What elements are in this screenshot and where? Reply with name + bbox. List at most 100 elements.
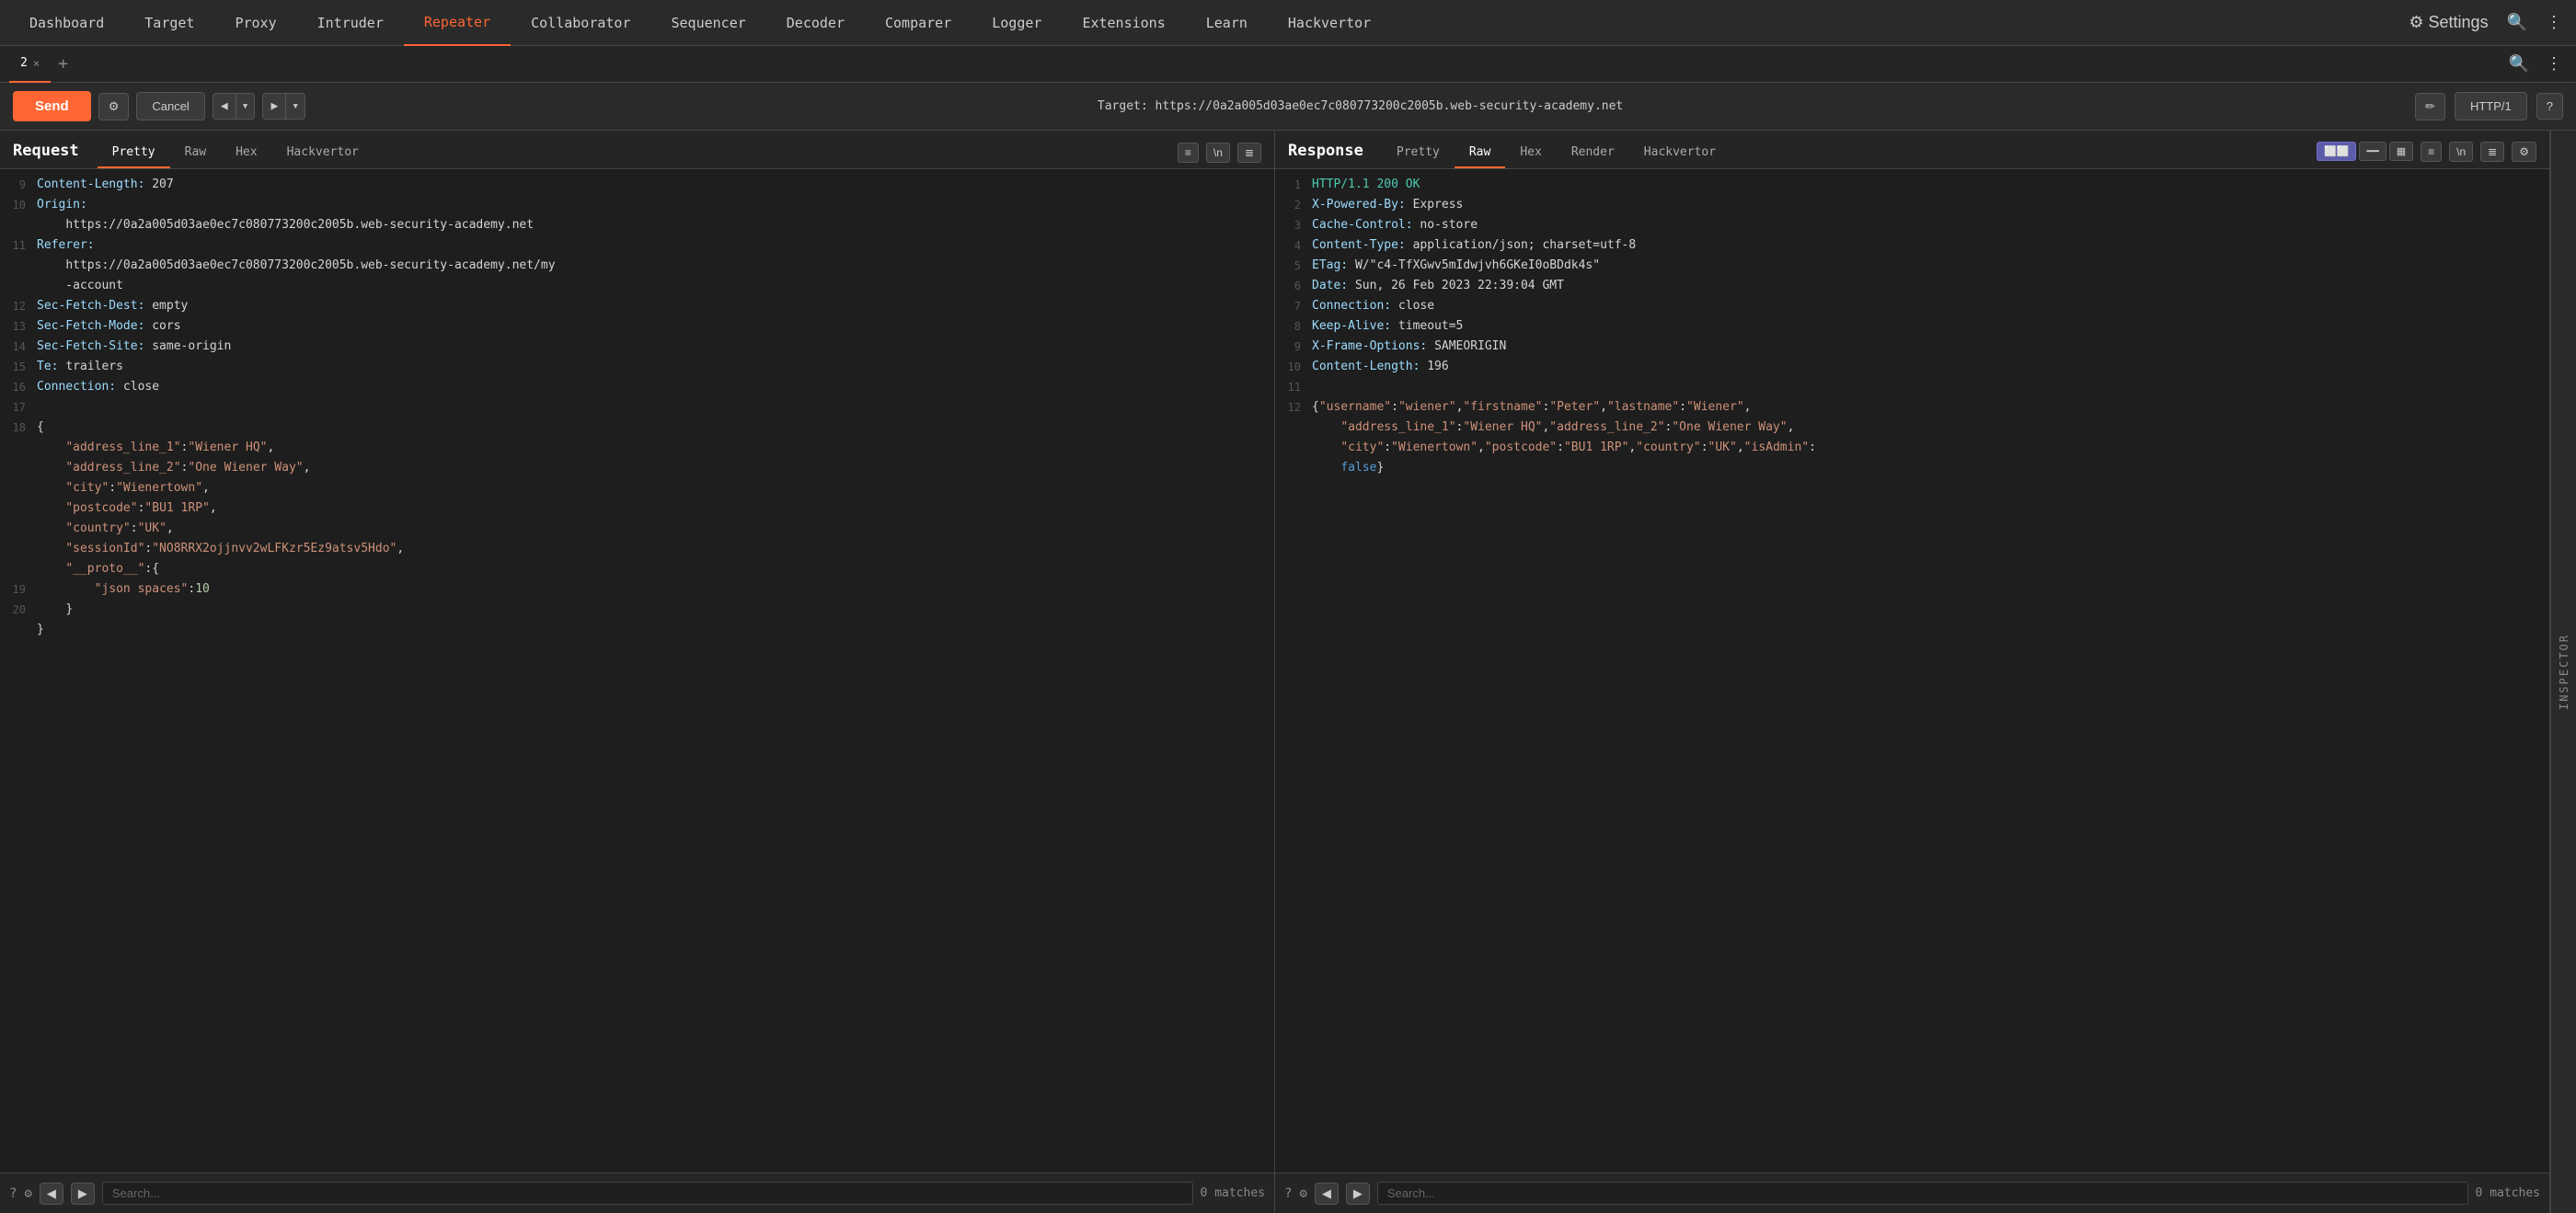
request-sub-tabs: Pretty Raw Hex Hackvertor ≡ \n ≣: [98, 140, 1261, 168]
request-tab-pretty[interactable]: Pretty: [98, 140, 170, 168]
request-search-back-icon[interactable]: ◀: [40, 1183, 63, 1205]
request-panel-header: Request Pretty Raw Hex Hackvertor ≡ \n ≣: [0, 131, 1274, 169]
request-newline-icon[interactable]: \n: [1206, 143, 1230, 163]
table-row: "__proto__":{: [0, 559, 1274, 579]
response-tab-pretty[interactable]: Pretty: [1382, 140, 1455, 168]
response-help-circle-icon[interactable]: ?: [1284, 1186, 1292, 1201]
table-row: 5 ETag: W/"c4-TfXGwv5mIdwjvh6GKeI0oBDdk4…: [1275, 256, 2549, 276]
nav-item-proxy[interactable]: Proxy: [214, 0, 296, 46]
menu-button[interactable]: ⋮: [2541, 8, 2567, 37]
request-tab-hex[interactable]: Hex: [221, 140, 271, 168]
edit-target-icon[interactable]: ✏: [2415, 93, 2445, 120]
tab-close-icon[interactable]: ×: [33, 57, 40, 70]
toolbar: Send ⚙ Cancel ◀ ▾ ▶ ▾ Target: https://0a…: [0, 83, 2576, 131]
nav-item-hackvertor[interactable]: Hackvertor: [1268, 0, 1391, 46]
layout-split-icon[interactable]: ⬜⬜: [2317, 142, 2356, 161]
nav-item-sequencer[interactable]: Sequencer: [651, 0, 766, 46]
response-panel-header: Response Pretty Raw Hex Render Hackverto…: [1275, 131, 2549, 169]
help-circle-icon[interactable]: ?: [9, 1186, 17, 1201]
nav-item-learn[interactable]: Learn: [1186, 0, 1268, 46]
gear-settings-button[interactable]: ⚙: [98, 93, 130, 120]
table-row: 12 {"username":"wiener","firstname":"Pet…: [1275, 397, 2549, 478]
request-format-icon[interactable]: ≡: [1178, 143, 1199, 163]
table-row: "address_line_2":"One Wiener Way",: [0, 458, 1274, 478]
fwd-dropdown-icon[interactable]: ▾: [285, 94, 305, 119]
send-button[interactable]: Send: [13, 91, 91, 121]
response-header-right: ⬜⬜ ━━ ▦ ≡ \n ≣ ⚙: [2317, 142, 2536, 167]
table-row: 3 Cache-Control: no-store: [1275, 215, 2549, 235]
nav-item-comparer[interactable]: Comparer: [865, 0, 972, 46]
help-icon-button[interactable]: ?: [2536, 93, 2563, 120]
request-tab-hackvertor[interactable]: Hackvertor: [272, 140, 374, 168]
add-tab-button[interactable]: +: [51, 54, 75, 74]
nav-item-dashboard[interactable]: Dashboard: [9, 0, 124, 46]
response-wrap-icon[interactable]: ≣: [2480, 142, 2504, 162]
response-search-input[interactable]: [1377, 1182, 2468, 1205]
table-row: 20 }: [0, 600, 1274, 620]
table-row: 11: [1275, 377, 2549, 397]
layout-buttons: ⬜⬜ ━━ ▦: [2317, 142, 2413, 161]
layout-horizontal-icon[interactable]: ━━: [2359, 142, 2386, 161]
table-row: 12 Sec-Fetch-Dest: empty: [0, 296, 1274, 316]
nav-item-repeater[interactable]: Repeater: [404, 0, 511, 46]
tab-label: 2: [20, 56, 28, 70]
protocol-button[interactable]: HTTP/1: [2455, 92, 2527, 120]
response-search-back-icon[interactable]: ◀: [1315, 1183, 1339, 1205]
tab-menu-icon[interactable]: ⋮: [2541, 50, 2567, 78]
request-code-area[interactable]: 9 Content-Length: 207 10 Origin: https:/…: [0, 169, 1274, 1173]
response-sub-tabs: Pretty Raw Hex Render Hackvertor: [1382, 140, 2317, 168]
fwd-button[interactable]: ▶: [263, 94, 285, 119]
back-button[interactable]: ◀: [213, 94, 236, 119]
search-icon-button[interactable]: 🔍: [2502, 8, 2532, 37]
request-search-fwd-icon[interactable]: ▶: [71, 1183, 95, 1205]
response-match-count: 0 matches: [2476, 1186, 2540, 1200]
request-search-input[interactable]: [102, 1182, 1193, 1205]
table-row: 16 Connection: close: [0, 377, 1274, 397]
request-tab-raw[interactable]: Raw: [170, 140, 221, 168]
cancel-button[interactable]: Cancel: [136, 92, 204, 120]
response-format-icon[interactable]: ≡: [2421, 142, 2442, 162]
table-row: 10 Origin: https://0a2a005d03ae0ec7c0807…: [0, 195, 1274, 235]
nav-item-collaborator[interactable]: Collaborator: [511, 0, 650, 46]
response-gear-icon[interactable]: ⚙: [2512, 142, 2536, 162]
table-row: 6 Date: Sun, 26 Feb 2023 22:39:04 GMT: [1275, 276, 2549, 296]
response-code-area[interactable]: 1 HTTP/1.1 200 OK 2 X-Powered-By: Expres…: [1275, 169, 2549, 1173]
table-row: 2 X-Powered-By: Express: [1275, 195, 2549, 215]
repeater-tab-2[interactable]: 2 ×: [9, 46, 51, 83]
table-row: 8 Keep-Alive: timeout=5: [1275, 316, 2549, 337]
table-row: "country":"UK",: [0, 519, 1274, 539]
request-wrap-icon[interactable]: ≣: [1237, 143, 1261, 163]
table-row: "address_line_1":"Wiener HQ",: [0, 438, 1274, 458]
table-row: 14 Sec-Fetch-Site: same-origin: [0, 337, 1274, 357]
response-newline-icon[interactable]: \n: [2449, 142, 2473, 162]
response-tab-hex[interactable]: Hex: [1505, 140, 1556, 168]
table-row: 17: [0, 397, 1274, 418]
response-title: Response: [1288, 142, 1363, 167]
response-tab-hackvertor[interactable]: Hackvertor: [1629, 140, 1731, 168]
nav-fwd-group[interactable]: ▶ ▾: [262, 93, 305, 120]
back-dropdown-icon[interactable]: ▾: [236, 94, 255, 119]
tab-search-icon[interactable]: 🔍: [2504, 50, 2534, 78]
layout-tab-icon[interactable]: ▦: [2389, 142, 2413, 161]
request-title: Request: [13, 142, 79, 167]
response-panel: Response Pretty Raw Hex Render Hackverto…: [1275, 131, 2550, 1213]
nav-item-extensions[interactable]: Extensions: [1062, 0, 1185, 46]
nav-back-group[interactable]: ◀ ▾: [213, 93, 256, 120]
request-panel: Request Pretty Raw Hex Hackvertor ≡ \n ≣…: [0, 131, 1275, 1213]
response-tab-render[interactable]: Render: [1557, 140, 1629, 168]
table-row: "sessionId":"NO8RRX2ojjnvv2wLFKzr5Ez9ats…: [0, 539, 1274, 559]
response-tab-raw[interactable]: Raw: [1455, 140, 1505, 168]
nav-item-intruder[interactable]: Intruder: [297, 0, 404, 46]
table-row: 9 X-Frame-Options: SAMEORIGIN: [1275, 337, 2549, 357]
table-row: 4 Content-Type: application/json; charse…: [1275, 235, 2549, 256]
table-row: 18 {: [0, 418, 1274, 438]
response-search-gear-icon[interactable]: ⚙: [1299, 1186, 1306, 1201]
response-search-fwd-icon[interactable]: ▶: [1346, 1183, 1370, 1205]
nav-item-target[interactable]: Target: [124, 0, 214, 46]
inspector-strip: INSPECTOR: [2550, 131, 2576, 1213]
settings-button[interactable]: ⚙ Settings: [2404, 8, 2492, 37]
nav-item-decoder[interactable]: Decoder: [766, 0, 865, 46]
nav-item-logger[interactable]: Logger: [972, 0, 1062, 46]
request-search-gear-icon[interactable]: ⚙: [24, 1186, 31, 1201]
table-row: "postcode":"BU1 1RP",: [0, 498, 1274, 519]
